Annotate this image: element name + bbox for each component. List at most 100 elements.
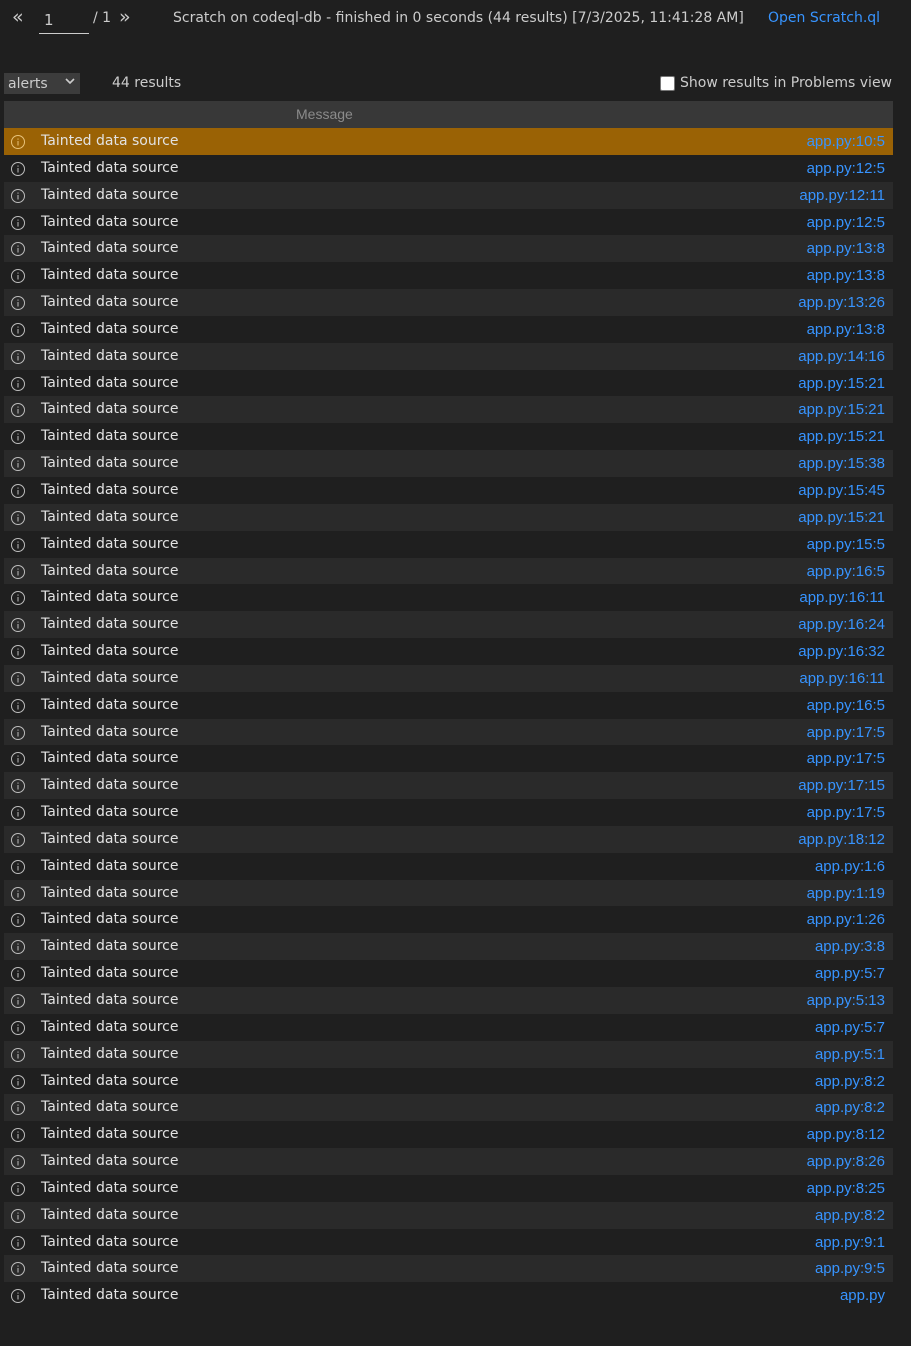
row-message: Tainted data source [41,428,179,445]
table-row[interactable]: Tainted data source app.py:8:2 [4,1201,893,1229]
table-row[interactable]: Tainted data source app.py:8:2 [4,1067,893,1095]
table-row[interactable]: Tainted data source app.py:15:21 [4,396,893,424]
table-row[interactable]: Tainted data source app.py:16:5 [4,691,893,719]
row-location-link[interactable]: app.py:16:5 [807,697,885,714]
table-row[interactable]: Tainted data source app.py:1:26 [4,906,893,934]
table-row[interactable]: Tainted data source app.py:13:26 [4,289,893,316]
result-set-select[interactable]: alerts [4,73,80,94]
row-location-link[interactable]: app.py:8:12 [807,1126,885,1143]
row-location-link[interactable]: app.py:12:11 [799,187,885,204]
row-location-link[interactable]: app.py:17:15 [798,777,885,794]
row-location-link[interactable]: app.py:17:5 [807,750,885,767]
table-row[interactable]: Tainted data source app.py:17:5 [4,745,893,773]
row-location-link[interactable]: app.py:12:5 [807,214,885,231]
table-row[interactable]: Tainted data source app.py:12:11 [4,181,893,209]
row-location-link[interactable]: app.py:13:26 [798,294,885,311]
row-location-link[interactable]: app.py:13:8 [807,321,885,338]
table-row[interactable]: Tainted data source app.py [4,1282,893,1310]
row-location-link[interactable]: app.py:15:45 [798,482,885,499]
table-row[interactable]: Tainted data source app.py:16:5 [4,557,893,585]
open-query-link[interactable]: Open Scratch.ql [768,10,880,26]
row-location-link[interactable]: app.py:16:32 [798,643,885,660]
row-location-link[interactable]: app.py:17:5 [807,724,885,741]
table-row[interactable]: Tainted data source app.py:16:32 [4,638,893,665]
table-row[interactable]: Tainted data source app.py:15:45 [4,476,893,504]
table-row[interactable]: Tainted data source app.py:15:21 [4,369,893,397]
row-location-link[interactable]: app.py:10:5 [807,133,885,150]
row-location-link[interactable]: app.py:5:13 [807,992,885,1009]
row-location-link[interactable]: app.py:13:8 [807,267,885,284]
table-row[interactable]: Tainted data source app.py:12:5 [4,154,893,182]
row-location-link[interactable]: app.py:3:8 [815,938,885,955]
table-row[interactable]: Tainted data source app.py:8:26 [4,1148,893,1175]
row-location-link[interactable]: app.py:1:6 [815,858,885,875]
table-row[interactable]: Tainted data source app.py:13:8 [4,235,893,263]
row-location-link[interactable]: app.py:8:2 [815,1207,885,1224]
row-location-link[interactable]: app.py:15:21 [798,509,885,526]
row-location-link[interactable]: app.py:5:7 [815,965,885,982]
row-location-link[interactable]: app.py:1:26 [807,911,885,928]
row-location-link[interactable]: app.py:9:1 [815,1234,885,1251]
row-location-link[interactable]: app.py:12:5 [807,160,885,177]
table-row[interactable]: Tainted data source app.py:3:8 [4,933,893,961]
row-location-link[interactable]: app.py:15:21 [798,428,885,445]
table-row[interactable]: Tainted data source app.py:5:1 [4,1040,893,1068]
show-problems-toggle[interactable]: Show results in Problems view [660,75,892,91]
table-row[interactable]: Tainted data source app.py:10:5 [4,128,893,155]
row-location-link[interactable]: app.py:8:2 [815,1073,885,1090]
table-row[interactable]: Tainted data source app.py:14:16 [4,342,893,370]
table-row[interactable]: Tainted data source app.py:15:21 [4,423,893,451]
table-row[interactable]: Tainted data source app.py:17:5 [4,718,893,746]
row-location-link[interactable]: app.py:16:11 [799,589,885,606]
row-location-link[interactable]: app.py:8:25 [807,1180,885,1197]
table-row[interactable]: Tainted data source app.py:5:7 [4,960,893,987]
table-row[interactable]: Tainted data source app.py:8:2 [4,1094,893,1122]
table-row[interactable]: Tainted data source app.py:15:21 [4,503,893,531]
double-chevron-right-icon[interactable]: » [119,6,131,28]
row-location-link[interactable]: app.py:18:12 [798,831,885,848]
row-location-link[interactable]: app.py:1:19 [807,885,885,902]
table-row[interactable]: Tainted data source app.py:16:11 [4,664,893,692]
table-row[interactable]: Tainted data source app.py:5:13 [4,987,893,1014]
table-row[interactable]: Tainted data source app.py:5:7 [4,1013,893,1041]
row-location-link[interactable]: app.py:16:5 [807,563,885,580]
row-location-link[interactable]: app.py:16:11 [799,670,885,687]
column-header-message[interactable]: Message [296,106,353,122]
table-row[interactable]: Tainted data source app.py:13:8 [4,262,893,290]
row-location-link[interactable]: app.py:8:26 [807,1153,885,1170]
info-circle-icon [10,966,26,982]
table-row[interactable]: Tainted data source app.py:1:19 [4,879,893,907]
table-row[interactable]: Tainted data source app.py:16:11 [4,584,893,612]
page-number-input[interactable] [39,6,89,34]
row-location-link[interactable]: app.py:5:1 [815,1046,885,1063]
row-location-link[interactable]: app.py:16:24 [798,616,885,633]
table-row[interactable]: Tainted data source app.py:15:5 [4,530,893,558]
row-location-link[interactable]: app.py:5:7 [815,1019,885,1036]
table-row[interactable]: Tainted data source app.py:16:24 [4,611,893,639]
row-location-link[interactable]: app.py [840,1287,885,1304]
table-row[interactable]: Tainted data source app.py:8:25 [4,1174,893,1202]
row-location-link[interactable]: app.py:15:21 [798,401,885,418]
table-row[interactable]: Tainted data source app.py:13:8 [4,315,893,343]
table-row[interactable]: Tainted data source app.py:15:38 [4,450,893,477]
table-row[interactable]: Tainted data source app.py:12:5 [4,208,893,236]
row-location-link[interactable]: app.py:15:5 [807,536,885,553]
row-location-link[interactable]: app.py:15:21 [798,375,885,392]
table-row[interactable]: Tainted data source app.py:1:6 [4,852,893,880]
table-row[interactable]: Tainted data source app.py:18:12 [4,825,893,853]
row-location-link[interactable]: app.py:17:5 [807,804,885,821]
row-location-link[interactable]: app.py:8:2 [815,1099,885,1116]
row-location-link[interactable]: app.py:13:8 [807,240,885,257]
table-row[interactable]: Tainted data source app.py:17:5 [4,799,893,826]
table-row[interactable]: Tainted data source app.py:9:5 [4,1255,893,1283]
table-row[interactable]: Tainted data source app.py:8:12 [4,1121,893,1149]
show-problems-checkbox[interactable] [660,75,675,91]
row-message: Tainted data source [41,186,179,203]
row-location-link[interactable]: app.py:9:5 [815,1260,885,1277]
row-location-link[interactable]: app.py:14:16 [798,348,885,365]
row-location-link[interactable]: app.py:15:38 [798,455,885,472]
row-message: Tainted data source [41,696,179,713]
table-row[interactable]: Tainted data source app.py:17:15 [4,772,893,800]
table-row[interactable]: Tainted data source app.py:9:1 [4,1228,893,1256]
double-chevron-left-icon[interactable]: « [12,6,24,28]
